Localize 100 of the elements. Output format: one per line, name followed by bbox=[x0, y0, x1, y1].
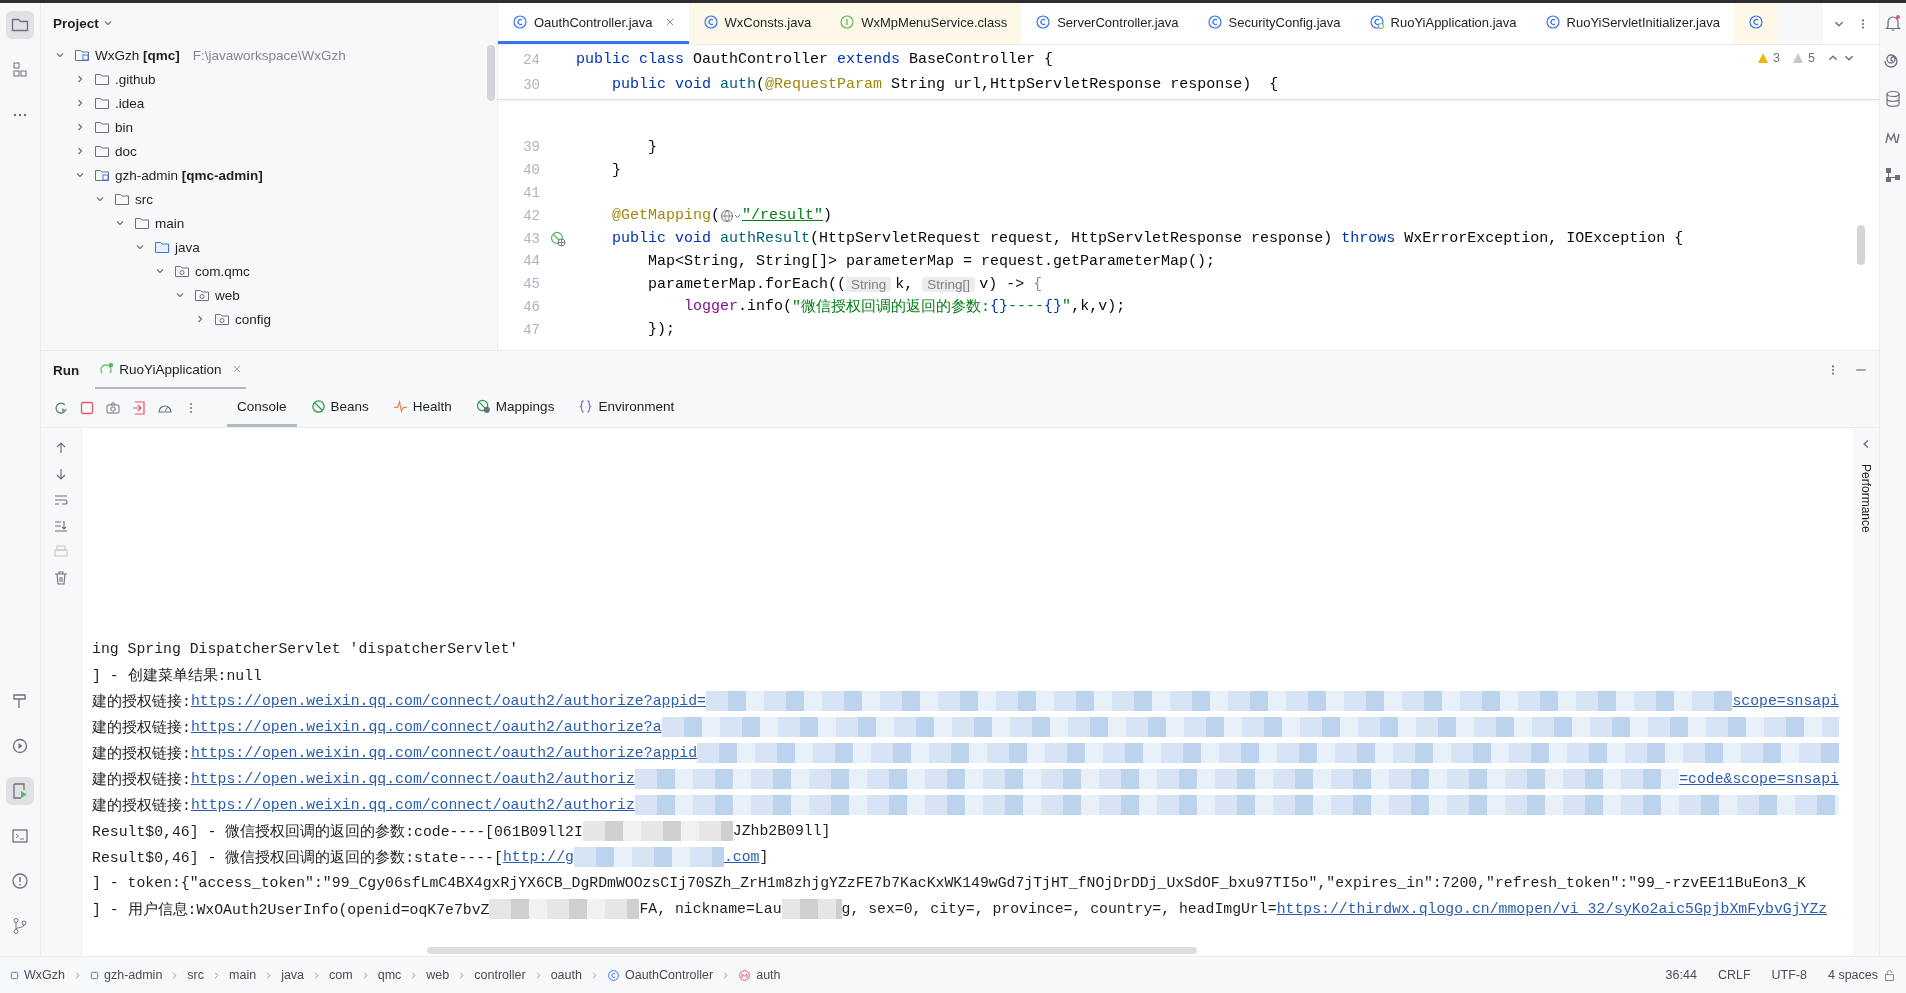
editor-tab[interactable]: RuoYiServletInitializer.java bbox=[1530, 3, 1734, 44]
warning-count[interactable]: 3 bbox=[1773, 51, 1781, 65]
database-icon[interactable] bbox=[1883, 89, 1903, 109]
panel-title[interactable]: Project bbox=[53, 15, 99, 31]
view-tab[interactable]: Environment bbox=[568, 389, 685, 427]
chevron-down-icon[interactable] bbox=[135, 242, 145, 252]
editor-tab[interactable]: RuoYiApplication.java bbox=[1354, 3, 1531, 44]
console-text: ] - 用户信息:WxOAuth2UserInfo(openid=oqK7e7bvZ bbox=[92, 900, 490, 919]
console-link[interactable]: https://open.weixin.qq.com/connect/oauth2/authoriz bbox=[190, 797, 635, 813]
warning-count[interactable]: 5 bbox=[1808, 51, 1815, 65]
chevron-down-icon[interactable] bbox=[75, 170, 85, 180]
code-line: } bbox=[647, 138, 657, 156]
line-number: 46 bbox=[522, 298, 540, 315]
editor-tab[interactable]: OauthController.java bbox=[498, 3, 689, 44]
tree-item[interactable]: com.qmc bbox=[195, 263, 250, 279]
lock-icon[interactable] bbox=[1883, 968, 1896, 982]
diagram-icon[interactable] bbox=[1883, 165, 1903, 185]
scrollbar[interactable] bbox=[487, 45, 495, 101]
chevron-down-icon[interactable] bbox=[155, 266, 165, 276]
breadcrumb[interactable]: web bbox=[426, 968, 450, 982]
code-line: public void auth(@RequestParam String url,HttpServletResponse response) { bbox=[611, 76, 1279, 93]
chevron-down-icon[interactable] bbox=[175, 290, 185, 300]
chevron-right-icon[interactable] bbox=[75, 146, 85, 156]
rerun-icon[interactable] bbox=[53, 400, 69, 416]
breadcrumb[interactable]: WxGzh bbox=[24, 968, 65, 982]
folder-icon bbox=[94, 95, 110, 111]
chevron-down-icon[interactable] bbox=[102, 18, 113, 28]
console-link[interactable]: https://open.weixin.qq.com/connect/oauth2/authorize?a bbox=[190, 719, 662, 735]
breadcrumb[interactable]: gzh-admin bbox=[104, 968, 163, 982]
tree-item[interactable]: WxGzh [qmc] bbox=[95, 47, 180, 63]
class-icon bbox=[1368, 14, 1385, 30]
console-text: ing Spring DispatcherServlet 'dispatcherServlet' bbox=[92, 641, 519, 657]
editor-tab[interactable]: WxMpMenuService.class bbox=[825, 3, 1022, 44]
package-folder-icon bbox=[194, 287, 210, 303]
close-icon[interactable] bbox=[664, 17, 675, 27]
console-link[interactable]: https://open.weixin.qq.com/connect/oauth2/authorize?appid= bbox=[190, 693, 706, 709]
file-encoding[interactable]: UTF-8 bbox=[1771, 968, 1807, 982]
console-link[interactable]: .com bbox=[723, 849, 760, 865]
close-icon[interactable] bbox=[231, 364, 242, 374]
breadcrumb[interactable]: controller bbox=[474, 968, 526, 982]
tree-item[interactable]: java bbox=[175, 239, 200, 255]
panel-title: Run bbox=[53, 362, 80, 378]
tree-item[interactable]: doc bbox=[115, 143, 137, 159]
warning-icon[interactable] bbox=[1757, 52, 1770, 64]
run-tab[interactable]: RuoYiApplication bbox=[95, 351, 246, 389]
tree-item[interactable]: main bbox=[155, 215, 185, 231]
chevron-right-icon[interactable] bbox=[75, 74, 85, 84]
camera-icon[interactable] bbox=[105, 400, 121, 416]
breadcrumb[interactable]: OauthController bbox=[624, 968, 714, 982]
bell-icon[interactable] bbox=[1883, 13, 1903, 33]
scroll-to-end-icon[interactable] bbox=[53, 518, 69, 534]
stop-icon[interactable] bbox=[79, 400, 95, 416]
cursor-position[interactable]: 36:44 bbox=[1665, 968, 1697, 982]
run-icon[interactable] bbox=[6, 777, 34, 805]
breadcrumb[interactable]: auth bbox=[756, 968, 781, 982]
breadcrumb[interactable]: src bbox=[187, 968, 205, 982]
view-tab[interactable]: Mappings bbox=[465, 389, 565, 427]
tree-item[interactable]: .github bbox=[115, 71, 156, 87]
console-text: 建的授权链接: bbox=[92, 718, 191, 737]
console-link[interactable]: https://open.weixin.qq.com/connect/oauth2/authorize?appid bbox=[190, 745, 698, 761]
breadcrumb[interactable]: com bbox=[329, 968, 353, 982]
chevron-right-icon[interactable] bbox=[75, 98, 85, 108]
breadcrumb[interactable]: java bbox=[281, 968, 305, 982]
editor-tab[interactable]: WxConsts.java bbox=[688, 3, 826, 44]
indent-setting[interactable]: 4 spaces bbox=[1827, 968, 1878, 982]
tree-item[interactable]: src bbox=[135, 191, 153, 207]
side-tab[interactable]: Performance bbox=[1859, 464, 1873, 533]
chevron-right-icon bbox=[170, 970, 180, 980]
chevron-right-icon[interactable] bbox=[75, 122, 85, 132]
editor-tab[interactable]: SecurityConfig.java bbox=[1192, 3, 1355, 44]
scrollbar[interactable] bbox=[427, 947, 1197, 954]
trash-icon[interactable] bbox=[53, 570, 69, 586]
view-tab[interactable]: Beans bbox=[300, 389, 379, 427]
folder-icon bbox=[94, 71, 110, 87]
editor-tab[interactable] bbox=[1733, 3, 1778, 44]
tree-item[interactable]: gzh-admin [qmc-admin] bbox=[115, 167, 263, 183]
import-icon[interactable] bbox=[131, 400, 147, 416]
tree-item[interactable]: bin bbox=[115, 119, 133, 135]
breadcrumb[interactable]: main bbox=[229, 968, 257, 982]
console-link[interactable]: http://g bbox=[502, 849, 574, 865]
editor-tab[interactable]: ServerController.java bbox=[1021, 3, 1193, 44]
chevron-down-icon[interactable] bbox=[95, 194, 105, 204]
console-link[interactable]: https://thirdwx.qlogo.cn/mmopen/vi_32/syKo2aic5GpjbXmFybvGjYZz bbox=[1276, 901, 1828, 917]
class-icon bbox=[512, 14, 528, 30]
console-link[interactable]: scope=snsapi bbox=[1732, 693, 1839, 709]
tree-item[interactable]: config bbox=[235, 311, 272, 327]
tree-item[interactable]: web bbox=[215, 287, 240, 303]
console-link[interactable]: https://open.weixin.qq.com/connect/oauth2/authoriz bbox=[190, 771, 635, 787]
tree-item[interactable]: .idea bbox=[115, 95, 145, 111]
line-separator[interactable]: CRLF bbox=[1717, 968, 1751, 982]
chevron-down-icon[interactable] bbox=[115, 218, 125, 228]
view-tab[interactable]: Health bbox=[382, 389, 462, 427]
breadcrumb[interactable]: qmc bbox=[377, 968, 402, 982]
chevron-down-icon[interactable] bbox=[55, 50, 65, 60]
breadcrumb[interactable]: oauth bbox=[550, 968, 582, 982]
soft-wrap-icon[interactable] bbox=[53, 492, 69, 508]
chevron-right-icon[interactable] bbox=[195, 314, 205, 324]
console-link[interactable]: =code&scope=snsapi bbox=[1679, 771, 1839, 787]
scrollbar[interactable] bbox=[1857, 225, 1865, 265]
folder-icon[interactable] bbox=[6, 11, 34, 39]
